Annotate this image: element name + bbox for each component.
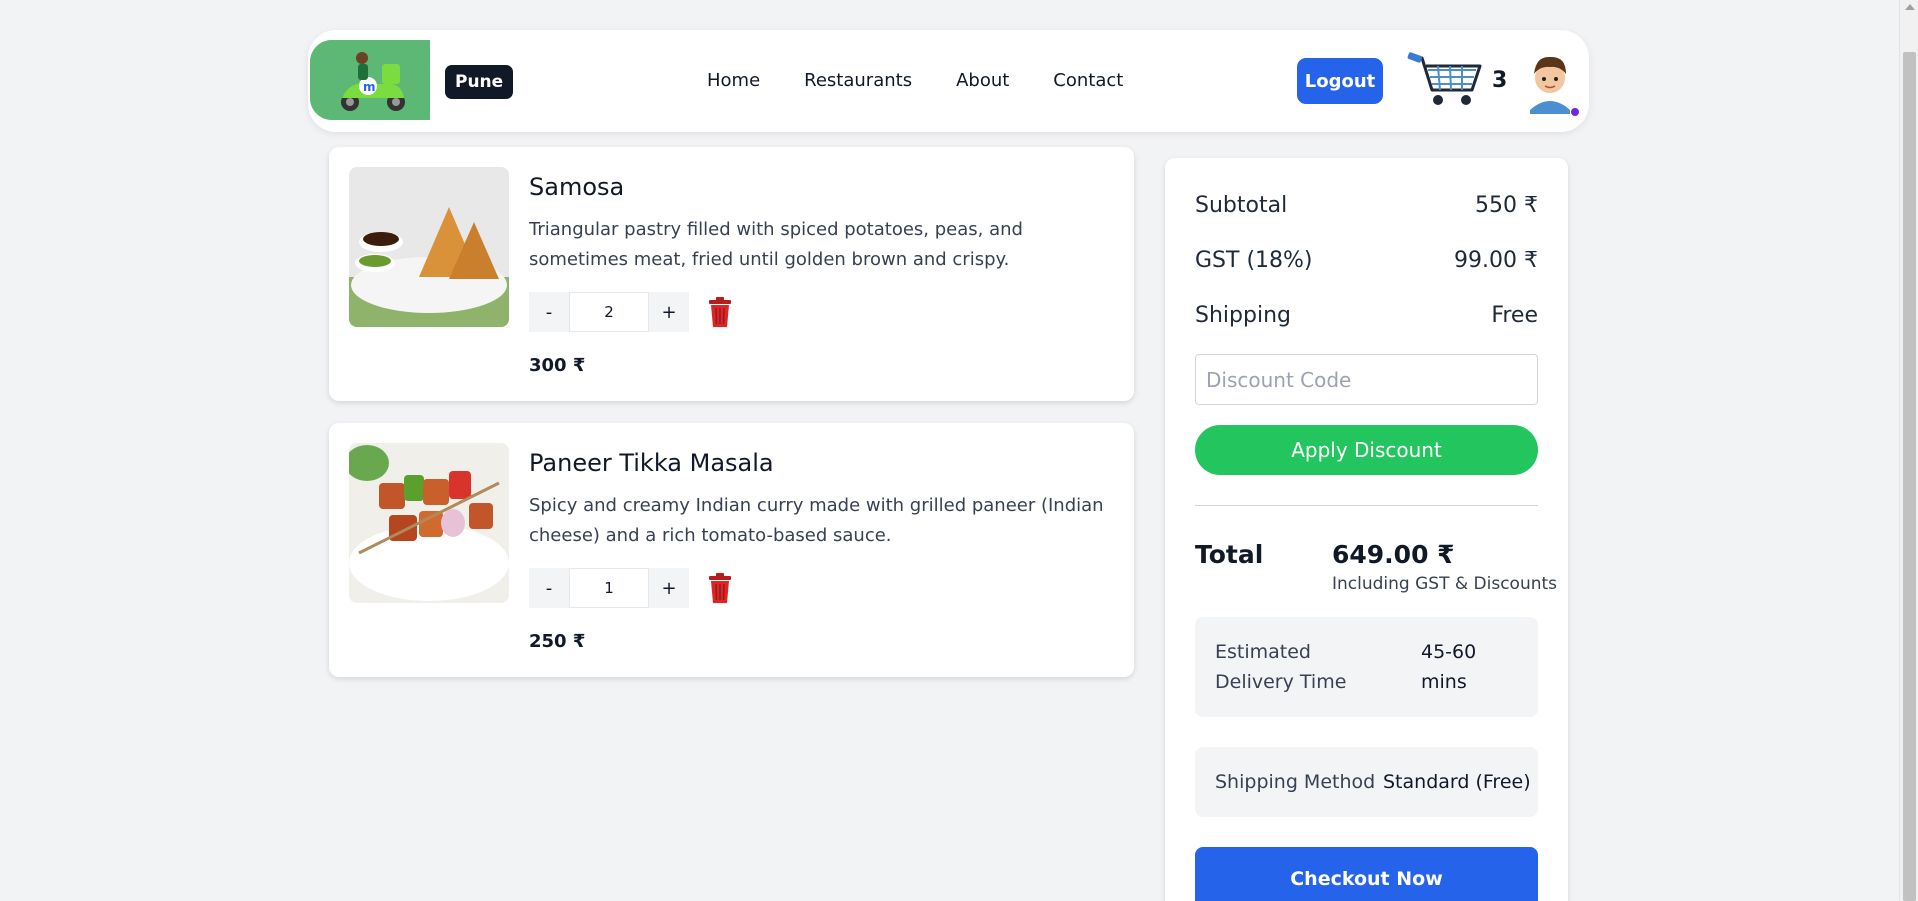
divider (1195, 505, 1538, 506)
subtotal-label: Subtotal (1195, 193, 1288, 218)
user-avatar[interactable] (1518, 42, 1582, 118)
quantity-stepper: - + (529, 568, 689, 608)
shipping-method-label: Shipping Method (1215, 771, 1376, 793)
shipping-method-value: Standard (Free) (1383, 771, 1531, 793)
gst-row: GST (18%) 99.00 ₹ (1195, 248, 1538, 273)
svg-text:m: m (363, 80, 376, 94)
item-price: 300 ₹ (529, 355, 586, 376)
subtotal-row: Subtotal 550 ₹ (1195, 193, 1538, 218)
gst-label: GST (18%) (1195, 248, 1313, 273)
decrease-quantity-button[interactable]: - (529, 292, 569, 332)
trash-icon[interactable] (705, 572, 735, 604)
page-scrollbar[interactable] (1899, 0, 1918, 901)
total-value: 649.00 ₹ (1332, 540, 1455, 569)
item-name: Paneer Tikka Masala (529, 449, 774, 477)
shopping-cart-icon[interactable] (1406, 50, 1486, 110)
scooter-logo[interactable]: m (310, 40, 430, 120)
item-description: Spicy and creamy Indian curry made with … (529, 495, 1104, 546)
increase-quantity-button[interactable]: + (649, 568, 689, 608)
paneer-tikka-image (349, 443, 509, 603)
shipping-method-box: Shipping Method Standard (Free) (1195, 747, 1538, 817)
cart-item-samosa: Samosa Triangular pastry filled with spi… (329, 147, 1134, 401)
samosa-image (349, 167, 509, 327)
subtotal-value: 550 ₹ (1475, 193, 1538, 218)
delivery-time-box: Estimated Delivery Time 45-60 mins (1195, 617, 1538, 717)
cart-item-paneer-tikka: Paneer Tikka Masala Spicy and creamy Ind… (329, 423, 1134, 677)
shipping-row: Shipping Free (1195, 303, 1538, 328)
delivery-time-label: Estimated Delivery Time (1215, 641, 1347, 693)
quantity-stepper: - + (529, 292, 689, 332)
item-description: Triangular pastry filled with spiced pot… (529, 219, 1023, 270)
delivery-time-value: 45-60 mins (1421, 641, 1477, 693)
shipping-label: Shipping (1195, 303, 1291, 328)
total-label: Total (1195, 540, 1264, 569)
scroll-up-arrow-icon[interactable] (1905, 4, 1915, 10)
increase-quantity-button[interactable]: + (649, 292, 689, 332)
gst-value: 99.00 ₹ (1454, 248, 1538, 273)
item-name: Samosa (529, 173, 625, 201)
navbar: m Pune Home Restaurants About Contact Lo… (308, 30, 1589, 132)
discount-code-input[interactable] (1195, 354, 1538, 405)
city-badge[interactable]: Pune (445, 65, 514, 99)
item-price: 250 ₹ (529, 631, 586, 652)
shipping-value: Free (1491, 303, 1538, 328)
trash-icon[interactable] (705, 296, 735, 328)
nav-contact[interactable]: Contact (1053, 70, 1123, 91)
main-nav: Home Restaurants About Contact (707, 70, 1167, 91)
logout-button[interactable]: Logout (1297, 58, 1383, 104)
nav-about[interactable]: About (956, 70, 1009, 91)
checkout-button[interactable]: Checkout Now (1195, 847, 1538, 901)
quantity-input[interactable] (569, 292, 649, 332)
nav-home[interactable]: Home (707, 70, 760, 91)
apply-discount-button[interactable]: Apply Discount (1195, 425, 1538, 475)
quantity-input[interactable] (569, 568, 649, 608)
order-summary: Subtotal 550 ₹ GST (18%) 99.00 ₹ Shippin… (1165, 158, 1568, 901)
cart-count-badge: 3 (1492, 68, 1508, 93)
total-note: Including GST & Discounts (1332, 574, 1558, 594)
nav-restaurants[interactable]: Restaurants (804, 70, 912, 91)
decrease-quantity-button[interactable]: - (529, 568, 569, 608)
scrollbar-thumb[interactable] (1903, 52, 1916, 901)
